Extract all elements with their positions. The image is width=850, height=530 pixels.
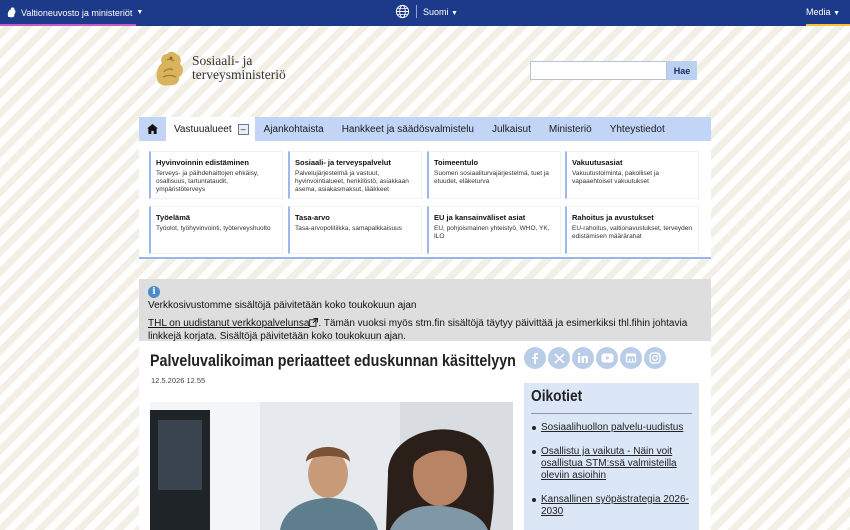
main-navigation: Vastuualueet – Ajankohtaista Hankkeet ja… [139, 117, 711, 141]
shortcuts-list: Sosiaalihuollon palvelu-uudistus Osallis… [531, 422, 692, 518]
card-title: EU ja kansainväliset asiat [434, 213, 526, 222]
top-bar: Valtioneuvosto ja ministeriöt ▼ Suomi ▼ … [0, 0, 850, 26]
notice-banner: i Verkkosivustomme sisältöjä päivitetään… [139, 279, 711, 343]
article-date: 12.5.2026 12.55 [151, 376, 206, 385]
logo-line-2: terveysministeriö [192, 67, 286, 82]
card-description: Tasa-arvopolitiikka, samapalkkaisuus [295, 225, 402, 232]
collapse-button[interactable]: – [237, 123, 249, 135]
card-description: Palvelujärjestelmä ja vastuut, hyvinvoin… [295, 170, 409, 193]
ministry-logo[interactable]: Sosiaali- ja terveysministeriö [152, 48, 286, 88]
info-icon: i [148, 286, 160, 298]
nav-item-vastuualueet[interactable]: Vastuualueet – [166, 117, 255, 141]
dropdown-card[interactable]: Toimeentulo Suomen sosiaaliturvajärjeste… [427, 151, 561, 199]
instagram-icon[interactable] [644, 347, 666, 369]
card-title: Työelämä [156, 213, 191, 222]
nav-item-julkaisut[interactable]: Julkaisut [483, 124, 540, 135]
language-label: Suomi [423, 6, 449, 17]
article-title: Palveluvalikoiman periaatteet eduskunnan… [150, 351, 516, 370]
x-icon[interactable] [548, 347, 570, 369]
dropdown-card[interactable]: Sosiaali- ja terveyspalvelut Palvelujärj… [288, 151, 422, 199]
caret-down-icon: ▼ [833, 10, 840, 17]
flickr-icon[interactable] [620, 347, 642, 369]
caret-down-icon: ▼ [451, 9, 458, 17]
dropdown-card[interactable]: EU ja kansainväliset asiat EU, pohjoisma… [427, 206, 561, 254]
notice-heading: Verkkosivustomme sisältöjä päivitetään k… [148, 300, 417, 311]
language-select[interactable]: Suomi ▼ [423, 7, 458, 17]
card-description: Työolot, työhyvinvointi, työterveyshuolt… [156, 225, 271, 232]
card-title: Vakuutusasiat [572, 158, 623, 167]
notice-body: THL on uudistanut verkkopalvelunsa. Tämä… [148, 317, 702, 343]
card-title: Rahoitus ja avustukset [572, 213, 654, 222]
card-title: Toimeentulo [434, 158, 479, 167]
site-menu-button[interactable]: Valtioneuvosto ja ministeriöt ▼ [6, 6, 143, 19]
shortcut-link[interactable]: Kansallinen syöpästrategia 2026-2030 [531, 494, 692, 518]
accent-bar-yellow [806, 24, 850, 26]
card-title: Sosiaali- ja terveyspalvelut [295, 158, 391, 167]
search-input[interactable] [530, 61, 667, 80]
youtube-icon[interactable] [596, 347, 618, 369]
linkedin-icon[interactable] [572, 347, 594, 369]
card-title: Tasa-arvo [295, 213, 330, 222]
lion-icon [7, 7, 16, 18]
article-image [150, 402, 513, 530]
shortcuts-title: Oikotiet [531, 388, 583, 405]
thl-link-label: THL on uudistanut verkkopalvelunsa [148, 318, 310, 329]
nav-item-ministerio[interactable]: Ministeriö [540, 124, 601, 135]
search-button[interactable]: Hae [667, 61, 697, 80]
nav-item-ajankohtaista[interactable]: Ajankohtaista [255, 124, 333, 135]
dropdown-card[interactable]: Rahoitus ja avustukset EU-rahoitus, valt… [565, 206, 699, 254]
media-label: Media [806, 7, 831, 17]
card-description: Suomen sosiaaliturvajärjestelmä, tuet ja… [434, 170, 549, 185]
nav-item-hankkeet[interactable]: Hankkeet ja säädösvalmistelu [333, 124, 483, 135]
lion-crest-icon [156, 51, 183, 86]
card-description: EU, pohjoismainen yhteistyö, WHO, YK, IL… [434, 225, 550, 240]
search-form: Hae [530, 61, 697, 80]
shortcut-link[interactable]: Osallistu ja vaikuta - Näin voit osallis… [531, 446, 692, 482]
thl-link[interactable]: THL on uudistanut verkkopalvelunsa [148, 318, 319, 329]
divider [531, 413, 692, 414]
dropdown-card[interactable]: Tasa-arvo Tasa-arvopolitiikka, samapalkk… [288, 206, 422, 254]
vastuualueet-dropdown: Hyvinvoinnin edistäminen Terveys- ja päi… [139, 141, 711, 259]
social-links [524, 347, 666, 369]
globe-icon[interactable] [395, 4, 410, 19]
divider [416, 5, 417, 18]
logo-line-1: Sosiaali- ja [192, 53, 253, 68]
facebook-icon[interactable] [524, 347, 546, 369]
site-name: Valtioneuvosto ja ministeriöt [21, 7, 133, 18]
accent-bar-pink [0, 24, 136, 26]
nav-item-yhteystiedot[interactable]: Yhteystiedot [601, 124, 674, 135]
media-link[interactable]: Media ▼ [806, 7, 840, 17]
home-icon [147, 124, 158, 134]
card-description: EU-rahoitus, valtionavustukset, terveyde… [572, 225, 692, 240]
dropdown-card[interactable]: Työelämä Työolot, työhyvinvointi, työter… [149, 206, 283, 254]
card-description: Vakuutustoiminta, pakolliset ja vapaaeht… [572, 170, 659, 185]
nav-label: Vastuualueet [174, 123, 232, 135]
card-title: Hyvinvoinnin edistäminen [156, 158, 249, 167]
shortcuts-box: Oikotiet Sosiaalihuollon palvelu-uudistu… [524, 383, 699, 530]
dropdown-card[interactable]: Hyvinvoinnin edistäminen Terveys- ja päi… [149, 151, 283, 199]
card-description: Terveys- ja päihdehaittojen ehkäisy, osa… [156, 170, 259, 193]
home-button[interactable] [139, 117, 166, 141]
shortcut-link[interactable]: Sosiaalihuollon palvelu-uudistus [531, 422, 692, 434]
caret-down-icon: ▼ [136, 9, 144, 16]
dropdown-card[interactable]: Vakuutusasiat Vakuutustoiminta, pakollis… [565, 151, 699, 199]
